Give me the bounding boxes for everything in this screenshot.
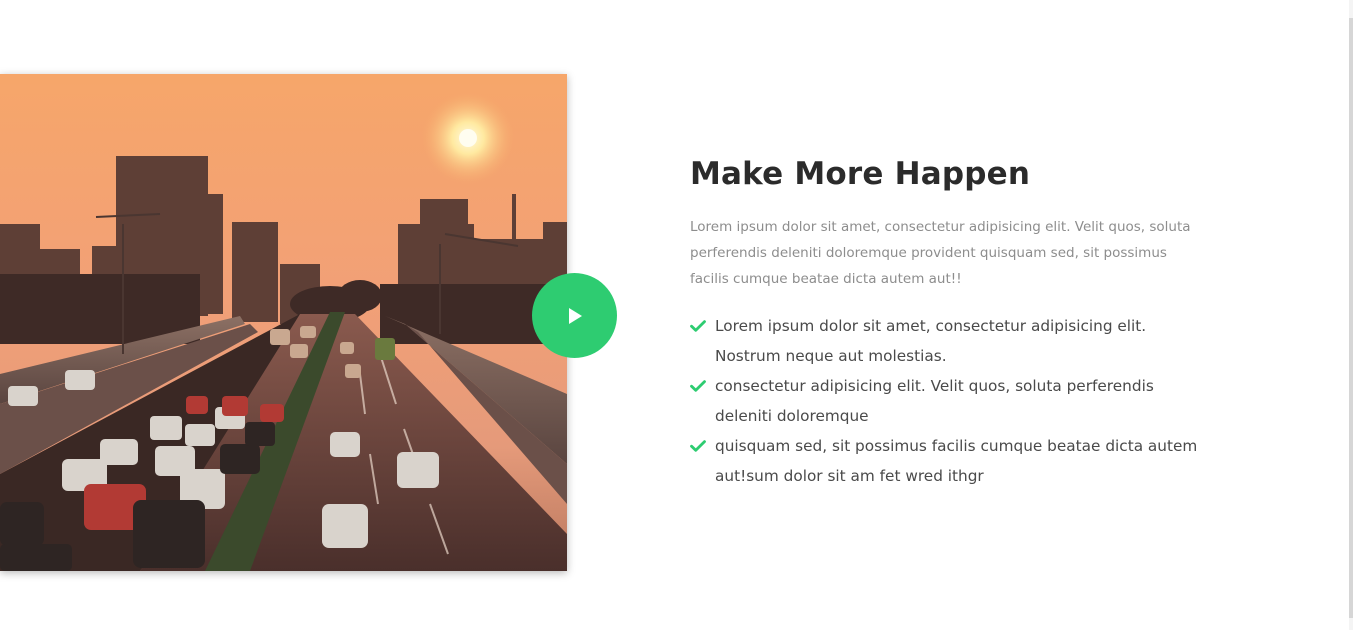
scrollbar-thumb[interactable]: [1349, 18, 1353, 618]
feature-text: quisquam sed, sit possimus facilis cumqu…: [715, 437, 1198, 485]
feature-list-item: consectetur adipisicing elit. Velit quos…: [690, 371, 1210, 431]
section-intro: Lorem ipsum dolor sit amet, consectetur …: [690, 219, 1191, 287]
feature-list: Lorem ipsum dolor sit amet, consectetur …: [690, 311, 1210, 491]
feature-text: consectetur adipisicing elit. Velit quos…: [715, 377, 1154, 425]
play-icon: [568, 307, 582, 324]
feature-list-item: Lorem ipsum dolor sit amet, consectetur …: [690, 311, 1210, 371]
checkmark-icon: [690, 311, 715, 341]
section-title: Make More Happen: [690, 156, 1031, 192]
feature-text: Lorem ipsum dolor sit amet, consectetur …: [715, 317, 1147, 365]
feature-list-item: quisquam sed, sit possimus facilis cumqu…: [690, 431, 1210, 491]
checkmark-icon: [690, 371, 715, 401]
video-play-button[interactable]: [532, 273, 617, 358]
page-scrollbar[interactable]: [1349, 0, 1353, 630]
feature-content: Make More Happen Lorem ipsum dolor sit a…: [690, 152, 1210, 491]
city-highway-sunset-photo: [0, 74, 567, 571]
checkmark-icon: [690, 431, 715, 461]
